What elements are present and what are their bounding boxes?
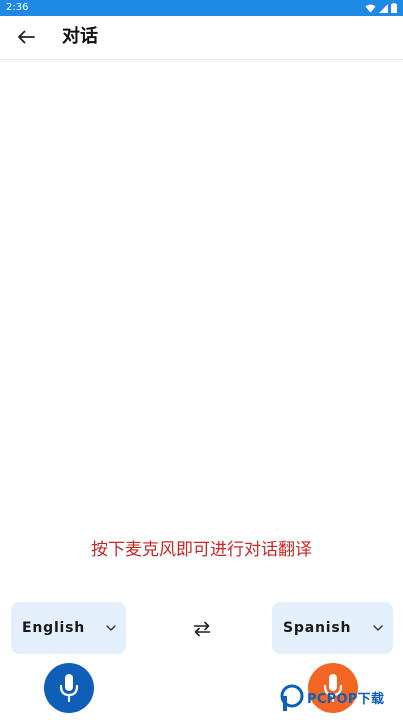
- swap-languages-button[interactable]: [188, 617, 216, 641]
- signal-icon: [379, 3, 388, 13]
- watermark: PCPOP下载: [279, 684, 403, 714]
- swap-arrows-icon: [193, 621, 211, 637]
- source-language-label: English: [22, 620, 86, 636]
- battery-icon: [391, 3, 397, 13]
- target-language-label: Spanish: [283, 620, 352, 636]
- source-language-select[interactable]: English: [11, 602, 126, 654]
- source-mic-button[interactable]: [44, 663, 94, 713]
- app-bar: 对话: [0, 16, 403, 60]
- wifi-icon: [365, 4, 376, 13]
- page-title: 对话: [62, 26, 98, 47]
- watermark-text: PCPOP下载: [307, 692, 385, 707]
- pcpop-logo-icon: [280, 684, 304, 711]
- arrow-left-icon: [18, 30, 35, 44]
- microphone-icon: [59, 674, 79, 703]
- back-button[interactable]: [12, 22, 40, 52]
- chevron-down-icon: [106, 625, 116, 631]
- chevron-down-icon: [373, 625, 383, 631]
- target-language-select[interactable]: Spanish: [272, 602, 393, 654]
- status-bar: 2:36: [0, 0, 403, 16]
- conversation-hint: 按下麦克风即可进行对话翻译: [91, 540, 312, 560]
- status-icons: [365, 2, 397, 14]
- status-time: 2:36: [6, 2, 29, 13]
